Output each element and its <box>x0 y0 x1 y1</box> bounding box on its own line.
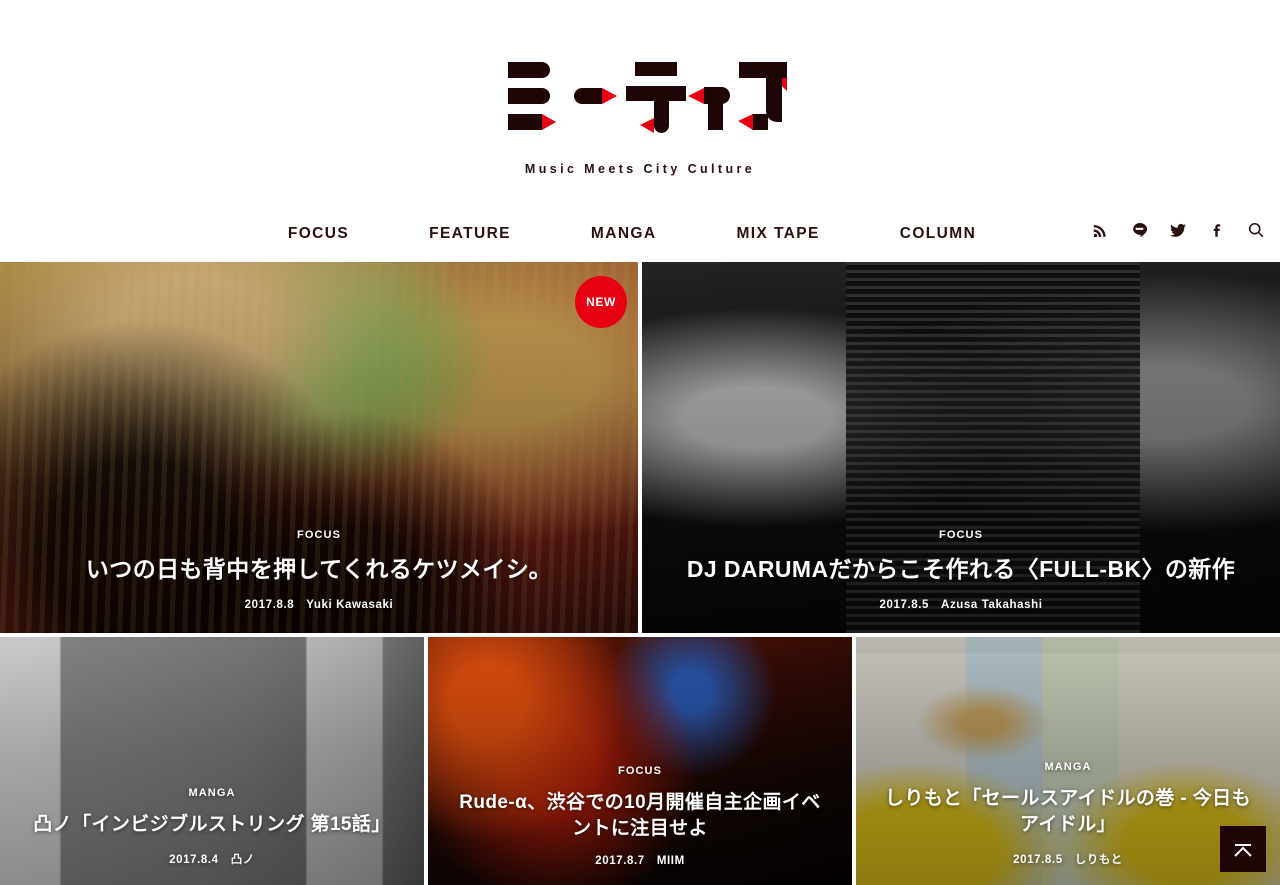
site-logo[interactable]: Music Meets City Culture <box>0 62 1280 176</box>
nav-menu: FOCUS FEATURE MANGA MIX TAPE COLUMN <box>264 221 1016 247</box>
main-navigation: FOCUS FEATURE MANGA MIX TAPE COLUMN <box>0 218 1280 250</box>
article-grid-row-bottom: MANGA 凸ノ「インビジブルストリング 第15話」 2017.8.4 凸ノ FO… <box>0 637 1280 885</box>
article-category: MANGA <box>188 786 236 799</box>
article-meta: 2017.8.4 凸ノ <box>26 851 398 867</box>
article-author: MIIM <box>656 855 685 867</box>
site-tagline: Music Meets City Culture <box>524 162 756 176</box>
new-badge: NEW <box>575 276 627 328</box>
nav-item-manga[interactable]: MANGA <box>591 221 657 247</box>
article-author: しりもと <box>1074 854 1123 866</box>
article-date: 2017.8.4 <box>169 854 219 866</box>
search-icon[interactable] <box>1246 220 1266 240</box>
chevron-up-icon <box>1234 844 1252 857</box>
article-title[interactable]: Rude-α、渋谷での10月開催自主企画イベントに注目せよ <box>454 790 826 841</box>
article-card-body: FOCUS いつの日も背中を押してくれるケツメイシ。 2017.8.8 Yuki … <box>0 529 638 633</box>
article-title[interactable]: 凸ノ「インビジブルストリング 第15話」 <box>26 812 398 837</box>
site-header: Music Meets City Culture FOCUS FEATURE M… <box>0 0 1280 262</box>
article-date: 2017.8.7 <box>595 855 645 867</box>
article-category: FOCUS <box>939 529 983 542</box>
article-category: FOCUS <box>297 529 341 542</box>
article-grid: NEW FOCUS いつの日も背中を押してくれるケツメイシ。 2017.8.8 Y… <box>0 262 1280 885</box>
article-meta: 2017.8.5 Azusa Takahashi <box>668 599 1254 611</box>
article-date: 2017.8.5 <box>879 599 930 611</box>
article-category: MANGA <box>1044 761 1092 774</box>
article-card-body: MANGA しりもと「セールスアイドルの巻 - 今日もアイドル」 2017.8.… <box>856 761 1280 885</box>
article-date: 2017.8.8 <box>244 599 295 611</box>
article-card-invisible-string[interactable]: MANGA 凸ノ「インビジブルストリング 第15話」 2017.8.4 凸ノ <box>0 637 424 885</box>
social-links <box>1090 220 1266 240</box>
article-meta: 2017.8.7 MIIM <box>454 855 826 867</box>
article-category: FOCUS <box>618 765 662 778</box>
nav-item-column[interactable]: COLUMN <box>900 221 976 247</box>
article-meta: 2017.8.8 Yuki Kawasaki <box>26 599 612 611</box>
article-card-ketsumeishi[interactable]: NEW FOCUS いつの日も背中を押してくれるケツメイシ。 2017.8.8 Y… <box>0 262 638 633</box>
article-grid-row-top: NEW FOCUS いつの日も背中を押してくれるケツメイシ。 2017.8.8 Y… <box>0 262 1280 633</box>
article-card-body: MANGA 凸ノ「インビジブルストリング 第15話」 2017.8.4 凸ノ <box>0 787 424 885</box>
nav-item-mixtape[interactable]: MIX TAPE <box>736 221 819 247</box>
article-author: Yuki Kawasaki <box>306 599 394 611</box>
line-icon[interactable] <box>1129 220 1149 240</box>
nav-item-focus[interactable]: FOCUS <box>288 221 349 247</box>
facebook-icon[interactable] <box>1207 220 1227 240</box>
article-card-sales-idol[interactable]: MANGA しりもと「セールスアイドルの巻 - 今日もアイドル」 2017.8.… <box>856 637 1280 885</box>
logo-mark-mitia <box>508 62 787 144</box>
article-title[interactable]: DJ DARUMAだからこそ作れる〈FULL-BK〉の新作 <box>668 554 1254 585</box>
back-to-top-button[interactable] <box>1220 826 1266 872</box>
rss-icon[interactable] <box>1090 220 1110 240</box>
twitter-icon[interactable] <box>1168 220 1188 240</box>
article-card-body: FOCUS DJ DARUMAだからこそ作れる〈FULL-BK〉の新作 2017… <box>642 529 1280 633</box>
article-author: 凸ノ <box>230 854 255 866</box>
article-card-rude-alpha[interactable]: FOCUS Rude-α、渋谷での10月開催自主企画イベントに注目せよ 2017… <box>428 637 852 885</box>
article-author: Azusa Takahashi <box>941 599 1043 611</box>
article-title[interactable]: いつの日も背中を押してくれるケツメイシ。 <box>26 554 612 585</box>
article-card-dj-daruma[interactable]: FOCUS DJ DARUMAだからこそ作れる〈FULL-BK〉の新作 2017… <box>642 262 1280 633</box>
article-title[interactable]: しりもと「セールスアイドルの巻 - 今日もアイドル」 <box>882 786 1254 837</box>
nav-item-feature[interactable]: FEATURE <box>429 221 511 247</box>
article-meta: 2017.8.5 しりもと <box>882 851 1254 867</box>
article-card-body: FOCUS Rude-α、渋谷での10月開催自主企画イベントに注目せよ 2017… <box>428 765 852 885</box>
article-date: 2017.8.5 <box>1013 854 1063 866</box>
